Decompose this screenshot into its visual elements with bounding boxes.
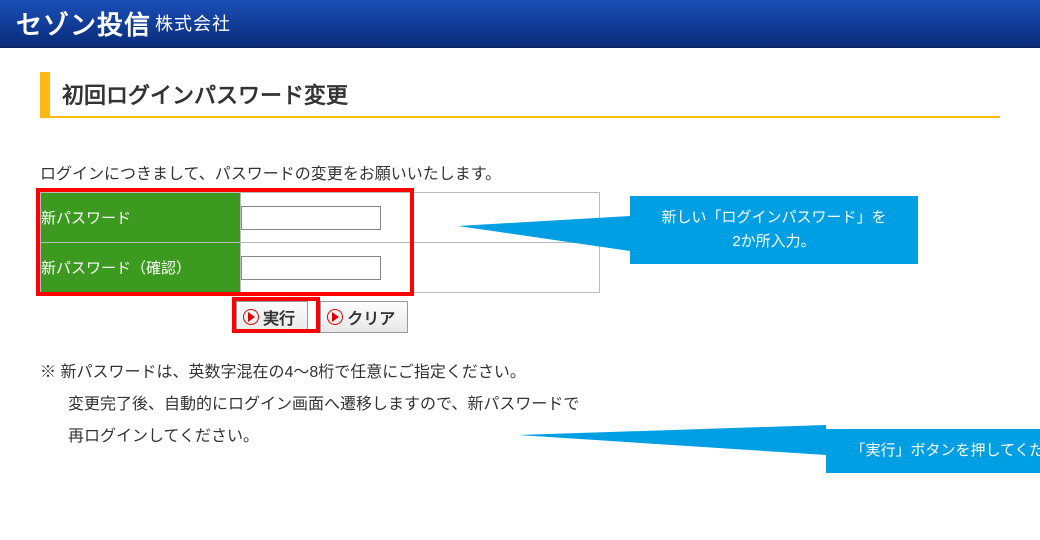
execute-button-label: 実行 (263, 305, 295, 329)
play-icon (243, 309, 259, 325)
callout-line: 新しい「ログインパスワード」を (661, 209, 886, 226)
callout-execute: 「実行」ボタンを押してください。 (826, 429, 1040, 473)
note-line: 変更完了後、自動的にログイン画面へ遷移しますので、新パスワードで (40, 389, 1000, 421)
new-password-label: 新パスワード (41, 193, 241, 243)
callout-triangle-icon (458, 216, 630, 251)
clear-button[interactable]: クリア (320, 301, 408, 333)
page-title-wrap: 初回ログインパスワード変更 (40, 72, 1000, 118)
intro-text: ログインにつきまして、パスワードの変更をお願いいたします。 (40, 160, 1000, 184)
confirm-password-label: 新パスワード（確認） (41, 243, 241, 293)
new-password-input[interactable] (241, 206, 381, 230)
play-icon (327, 309, 343, 325)
confirm-password-input[interactable] (241, 256, 381, 280)
clear-button-label: クリア (347, 305, 395, 329)
button-row: 実行 クリア 「実行」ボタンを押してください。 (236, 301, 1000, 333)
execute-button[interactable]: 実行 (236, 301, 308, 333)
logo-suffix: 株式会社 (155, 10, 231, 36)
content: 初回ログインパスワード変更 ログインにつきまして、パスワードの変更をお願いいたし… (0, 48, 1040, 477)
logo-main: セゾン投信 (16, 5, 151, 42)
callout-line: 2か所入力。 (732, 233, 815, 250)
page-title: 初回ログインパスワード変更 (62, 78, 988, 110)
header-bar: セゾン投信 株式会社 (0, 0, 1040, 48)
note-line: ※ 新パスワードは、英数字混在の4～8桁で任意にご指定ください。 (40, 357, 1000, 389)
callout-triangle-icon (518, 425, 826, 455)
callout-password: 新しい「ログインパスワード」を 2か所入力。 (630, 196, 918, 264)
form-wrap: 新パスワード 新パスワード（確認） 新しい「ログインパスワード」を 2か所入力。… (40, 192, 1000, 333)
